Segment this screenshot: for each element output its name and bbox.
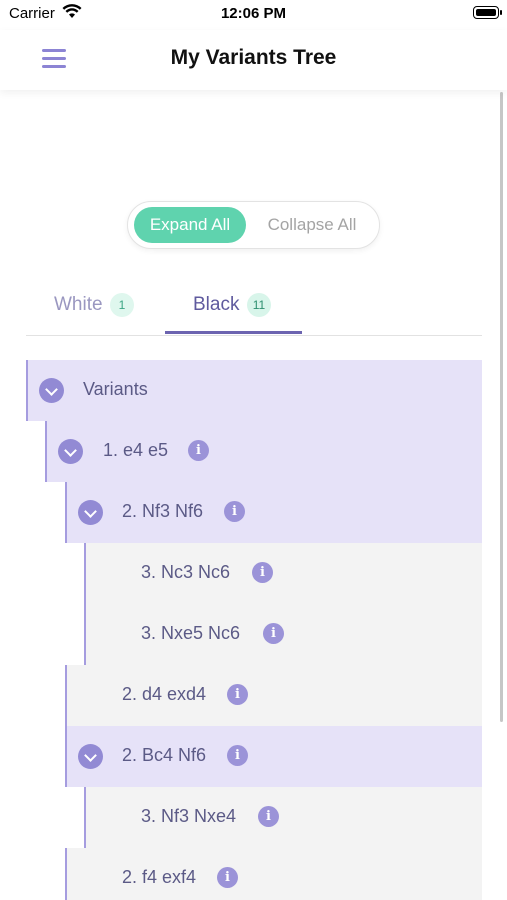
battery-icon — [473, 6, 502, 19]
tab-white-count-badge: 1 — [110, 293, 134, 317]
info-icon[interactable]: i — [258, 806, 279, 827]
expand-all-button[interactable]: Expand All — [134, 207, 246, 243]
tree-row-root[interactable]: Variants — [26, 360, 482, 421]
expand-collapse-segmented-control: Expand All Collapse All — [127, 201, 380, 249]
tree-row[interactable]: 3. Nxe5 Nc6 i — [84, 604, 482, 665]
info-icon[interactable]: i — [252, 562, 273, 583]
tab-white[interactable]: White 1 — [26, 285, 156, 333]
tree-row[interactable]: 3. Nc3 Nc6 i — [84, 543, 482, 604]
tree-row-label: 3. Nc3 Nc6 — [141, 562, 231, 582]
tab-black-count-badge: 11 — [247, 293, 271, 317]
tree-row[interactable]: 1. e4 e5 i — [45, 421, 482, 482]
info-icon[interactable]: i — [263, 623, 284, 644]
info-icon[interactable]: i — [227, 745, 248, 766]
color-tabs: White 1 Black 11 — [26, 285, 482, 336]
tree-row[interactable]: 3. Nf3 Nxe4 i — [84, 787, 482, 848]
info-icon[interactable]: i — [217, 867, 238, 888]
info-icon[interactable]: i — [188, 440, 209, 461]
tab-white-label: White — [54, 294, 103, 315]
page-title: My Variants Tree — [170, 46, 337, 69]
navigation-bar: My Variants Tree — [0, 30, 507, 90]
tree-row-label: 3. Nf3 Nxe4 — [141, 806, 237, 826]
tree-row[interactable]: 2. d4 exd4 i — [65, 665, 482, 726]
tree-row-label: 1. e4 e5 — [103, 440, 169, 460]
tree-row-label: 3. Nxe5 Nc6 — [141, 623, 241, 643]
tree-row[interactable]: 2. Nf3 Nf6 i — [65, 482, 482, 543]
tree-row[interactable]: 2. Bc4 Nf6 i — [65, 726, 482, 787]
tree-row[interactable]: 2. f4 exf4 i — [65, 848, 482, 900]
chevron-down-icon[interactable] — [58, 439, 83, 464]
status-time: 12:06 PM — [220, 5, 287, 22]
info-icon[interactable]: i — [227, 684, 248, 705]
status-bar: Carrier 12:06 PM — [0, 0, 507, 30]
info-icon[interactable]: i — [224, 501, 245, 522]
tree-row-label: 2. f4 exf4 — [122, 867, 197, 887]
tab-black[interactable]: Black 11 — [165, 285, 302, 334]
tree-row-label: 2. Bc4 Nf6 — [122, 745, 207, 765]
tree-row-label: 2. d4 exd4 — [122, 684, 207, 704]
tree-row-label: 2. Nf3 Nf6 — [122, 501, 204, 521]
chevron-down-icon[interactable] — [78, 500, 103, 525]
scrollbar[interactable] — [500, 92, 503, 722]
tab-black-label: Black — [193, 294, 240, 315]
chevron-down-icon[interactable] — [39, 378, 64, 403]
tree-row-label: Variants — [83, 379, 148, 399]
chevron-down-icon[interactable] — [78, 744, 103, 769]
collapse-all-button[interactable]: Collapse All — [252, 207, 372, 243]
